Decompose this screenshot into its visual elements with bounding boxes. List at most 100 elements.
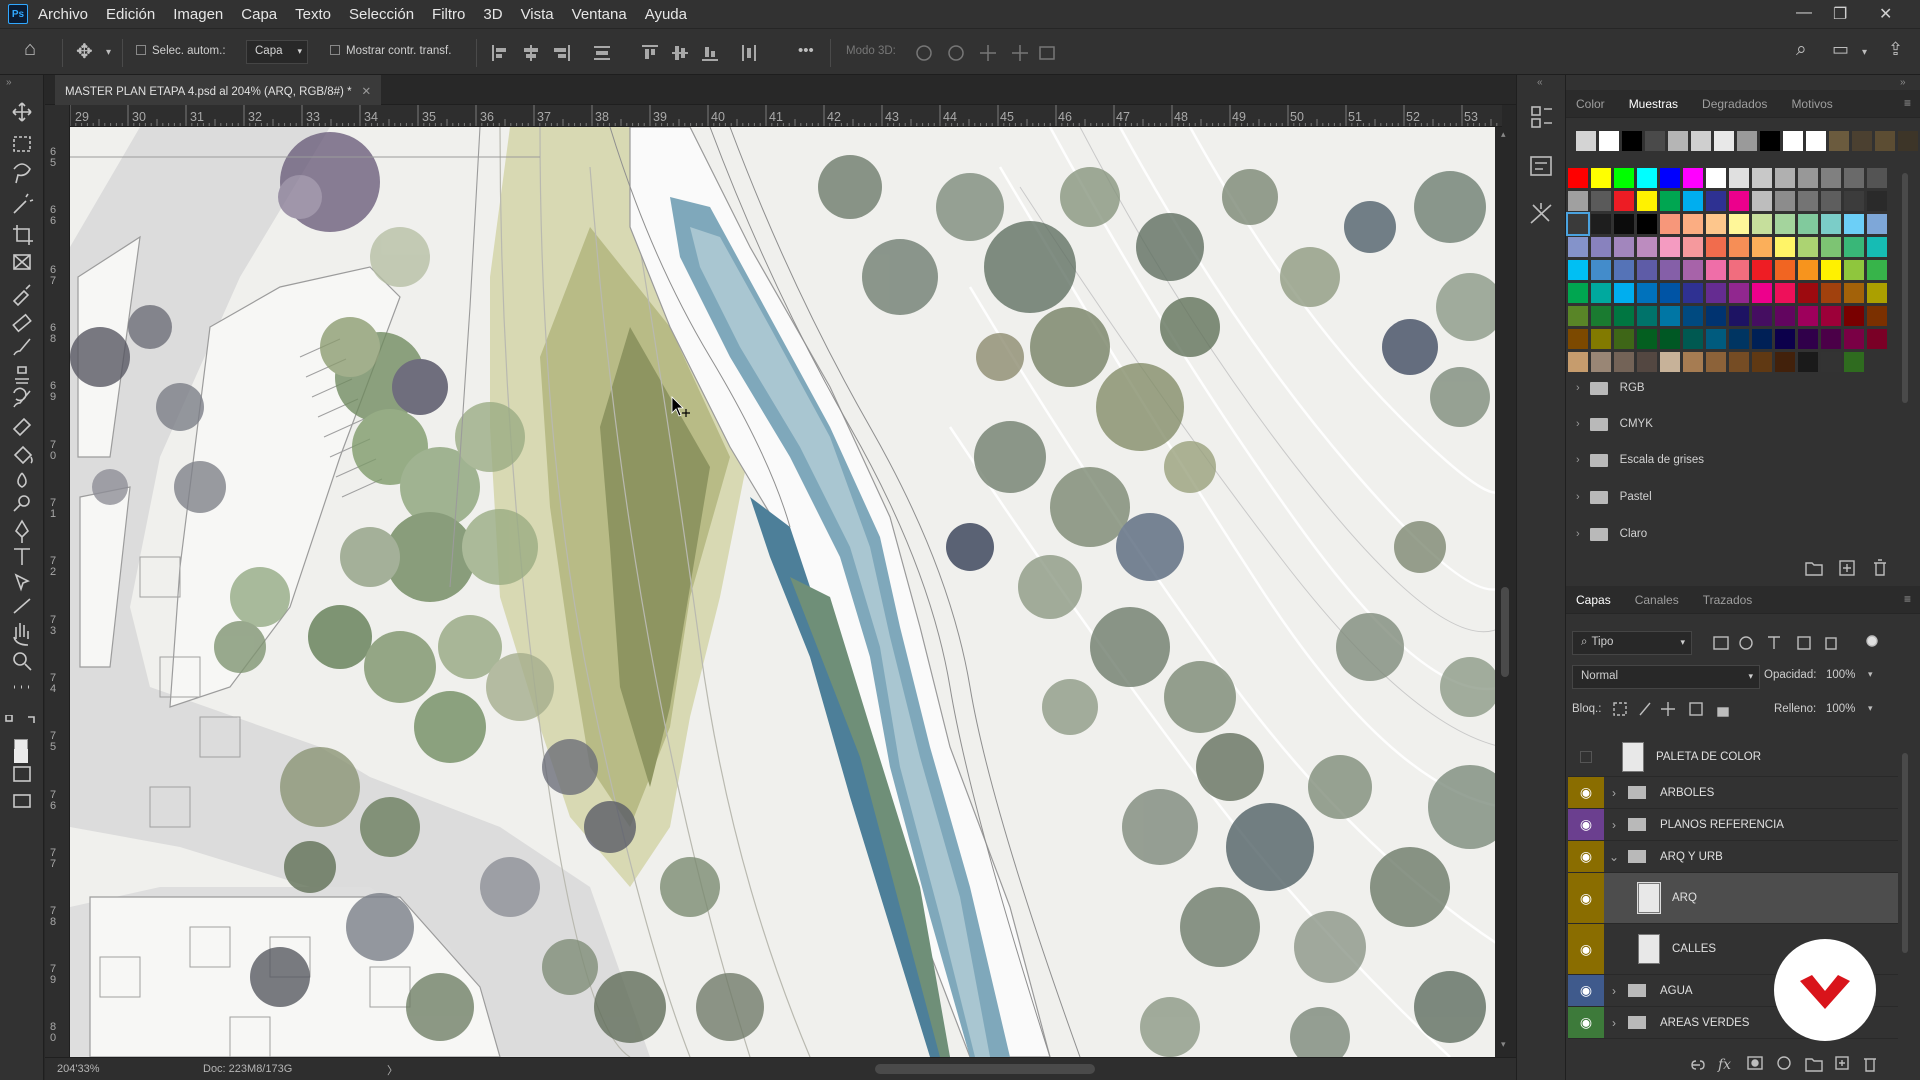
swatch[interactable]	[1706, 191, 1726, 211]
pen-tool-icon[interactable]	[14, 519, 30, 543]
quick-mask-icon[interactable]	[13, 766, 31, 782]
swatch[interactable]	[1683, 352, 1703, 372]
brush-tool-icon[interactable]	[13, 338, 31, 356]
recent-swatch[interactable]	[1737, 131, 1757, 151]
distribute-v-icon[interactable]	[742, 45, 756, 61]
new-group-icon[interactable]	[1805, 562, 1823, 576]
zoom-tool-icon[interactable]	[13, 652, 32, 671]
swatch[interactable]	[1798, 237, 1818, 257]
swatch[interactable]	[1614, 214, 1634, 234]
opacity-value[interactable]: 100%	[1826, 669, 1855, 681]
swatch[interactable]	[1729, 168, 1749, 188]
swatch[interactable]	[1867, 329, 1887, 349]
menu-seleccion[interactable]: Selección	[349, 6, 414, 23]
swap-colors-icon[interactable]	[28, 716, 35, 723]
crop-tool-icon[interactable]	[13, 225, 33, 245]
horizontal-scroll-thumb[interactable]	[875, 1064, 1095, 1074]
swatch[interactable]	[1591, 191, 1611, 211]
align-center-h-icon[interactable]	[524, 45, 538, 61]
history-panel-icon[interactable]	[1531, 106, 1552, 128]
magic-wand-icon[interactable]	[13, 193, 34, 214]
swatch[interactable]	[1637, 306, 1657, 326]
swatch[interactable]	[1844, 283, 1864, 303]
visibility-eye-icon[interactable]: ◉	[1568, 975, 1604, 1006]
collapse-toolbox-icon[interactable]: »	[6, 77, 12, 88]
swatch[interactable]	[1775, 191, 1795, 211]
swatch[interactable]	[1660, 283, 1680, 303]
paint-bucket-icon[interactable]	[13, 445, 33, 465]
swatch[interactable]	[1660, 306, 1680, 326]
swatch[interactable]	[1729, 329, 1749, 349]
swatches-scrollbar[interactable]	[1902, 163, 1908, 453]
workspace-icon[interactable]: ▭	[1832, 39, 1849, 60]
visibility-eye-icon[interactable]: ◉	[1568, 809, 1604, 840]
swatch[interactable]	[1844, 237, 1864, 257]
photoshop-logo-icon[interactable]: Ps	[8, 4, 28, 24]
show-transform-checkbox[interactable]: Mostrar contr. transf.	[330, 45, 451, 57]
panel-menu-icon[interactable]: ≡	[1904, 96, 1911, 110]
type-tool-icon[interactable]	[14, 548, 30, 565]
swatch[interactable]	[1706, 306, 1726, 326]
swatch[interactable]	[1706, 352, 1726, 372]
recent-swatch[interactable]	[1714, 131, 1734, 151]
tab-capas[interactable]: Capas	[1576, 593, 1611, 607]
eraser-tool-icon[interactable]	[12, 417, 32, 437]
properties-panel-icon[interactable]	[1530, 156, 1552, 176]
adjustments-panel-icon[interactable]	[1530, 203, 1552, 224]
swatch[interactable]	[1637, 329, 1657, 349]
swatch[interactable]	[1729, 260, 1749, 280]
swatch[interactable]	[1568, 168, 1588, 188]
new-group-icon[interactable]	[1805, 1058, 1823, 1072]
slide-3d-icon[interactable]	[1012, 45, 1028, 61]
tab-muestras[interactable]: Muestras	[1629, 97, 1678, 111]
swatch[interactable]	[1729, 352, 1749, 372]
swatch[interactable]	[1591, 329, 1611, 349]
roll-3d-icon[interactable]	[948, 45, 964, 61]
swatch[interactable]	[1775, 352, 1795, 372]
swatch[interactable]	[1706, 237, 1726, 257]
layer-filter-dropdown[interactable]: ⌕ Tipo ▾	[1572, 631, 1692, 655]
chevron-right-icon[interactable]: ›	[1606, 786, 1622, 800]
swatch[interactable]	[1729, 237, 1749, 257]
swatch[interactable]	[1729, 214, 1749, 234]
tab-motivos[interactable]: Motivos	[1791, 97, 1832, 111]
chevron-down-icon[interactable]: ▾	[1868, 703, 1873, 714]
vertical-scrollbar[interactable]: ▴ ▾	[1495, 127, 1516, 1057]
swatch[interactable]	[1867, 168, 1887, 188]
swatch[interactable]	[1683, 260, 1703, 280]
swatch[interactable]	[1637, 283, 1657, 303]
swatch[interactable]	[1614, 306, 1634, 326]
visibility-eye-icon[interactable]: ◉	[1568, 1007, 1604, 1038]
recent-swatch[interactable]	[1783, 131, 1803, 151]
align-bottom-icon[interactable]	[702, 47, 718, 61]
share-icon[interactable]: ⇪	[1888, 39, 1903, 60]
swatch[interactable]	[1821, 352, 1841, 372]
pan-3d-icon[interactable]	[980, 45, 996, 61]
lock-transparency-icon[interactable]	[1613, 702, 1627, 716]
swatch-group-grises[interactable]: › Escala de grises	[1576, 447, 1704, 473]
delete-layer-icon[interactable]	[1864, 1058, 1876, 1072]
align-right-icon[interactable]	[554, 45, 570, 61]
swatch[interactable]	[1821, 260, 1841, 280]
swatch[interactable]	[1637, 237, 1657, 257]
swatch[interactable]	[1867, 237, 1887, 257]
swatch[interactable]	[1821, 191, 1841, 211]
add-mask-icon[interactable]	[1747, 1056, 1763, 1070]
orbit-3d-icon[interactable]	[916, 45, 932, 61]
recent-swatch[interactable]	[1622, 131, 1642, 151]
swatch[interactable]	[1752, 168, 1772, 188]
swatch[interactable]	[1568, 191, 1588, 211]
lock-position-icon[interactable]	[1661, 702, 1675, 716]
recent-swatch[interactable]	[1576, 131, 1596, 151]
chevron-down-icon[interactable]: ⌄	[1606, 850, 1622, 864]
swatch[interactable]	[1706, 283, 1726, 303]
swatch[interactable]	[1752, 306, 1772, 326]
swatch[interactable]	[1867, 191, 1887, 211]
lasso-tool-icon[interactable]	[13, 163, 31, 184]
swatch[interactable]	[1775, 237, 1795, 257]
menu-imagen[interactable]: Imagen	[173, 6, 223, 23]
screen-mode-icon[interactable]	[13, 794, 31, 808]
tab-trazados[interactable]: Trazados	[1703, 593, 1753, 607]
tab-canales[interactable]: Canales	[1635, 593, 1679, 607]
visibility-eye-icon[interactable]: ◉	[1568, 924, 1604, 974]
